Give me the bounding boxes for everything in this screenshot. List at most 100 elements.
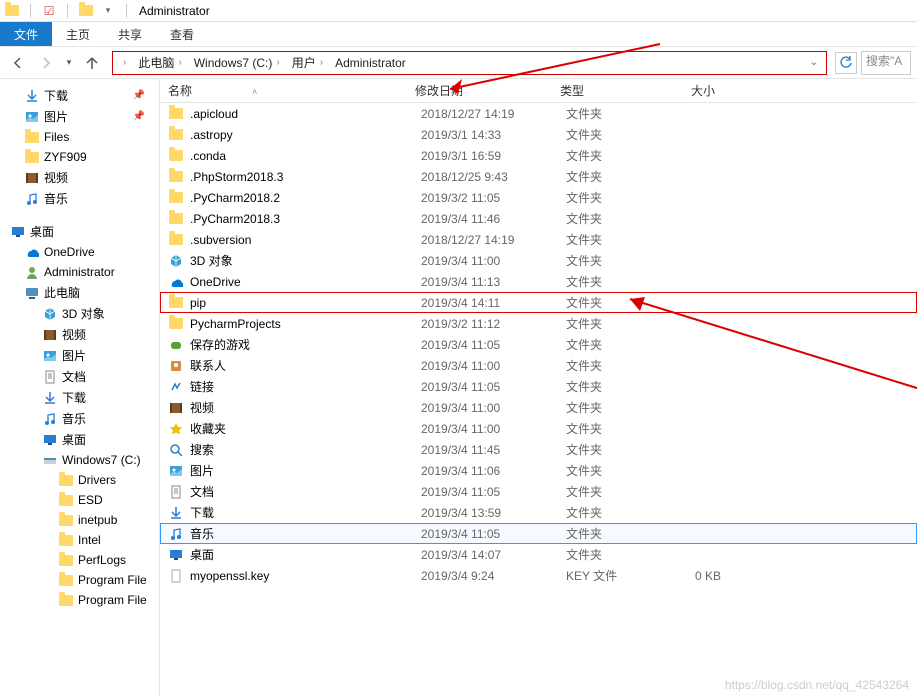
file-row[interactable]: .PyCharm2018.32019/3/4 11:46文件夹 [160,208,917,229]
file-row[interactable]: 联系人2019/3/4 11:00文件夹 [160,355,917,376]
tab-share[interactable]: 共享 [104,22,156,46]
back-button[interactable] [6,51,30,75]
file-list-pane: 名称˄ 修改日期 类型 大小 .apicloud2018/12/27 14:19… [160,79,917,696]
search-input[interactable]: 搜索"A [861,51,911,75]
recent-dropdown[interactable]: ▾ [62,51,76,75]
folder-qat-icon[interactable] [78,3,94,19]
tree-item[interactable]: ESD [0,490,159,510]
file-type: 文件夹 [566,210,661,227]
file-row[interactable]: OneDrive2019/3/4 11:13文件夹 [160,271,917,292]
tree-item[interactable]: 3D 对象 [0,303,159,324]
address-dropdown-icon[interactable]: ⌄ [806,57,822,68]
tree-item[interactable]: 图片 [0,345,159,366]
file-row[interactable]: .astropy2019/3/1 14:33文件夹 [160,124,917,145]
tree-item[interactable]: Windows7 (C:) [0,450,159,470]
file-row[interactable]: 下载2019/3/4 13:59文件夹 [160,502,917,523]
file-row[interactable]: 视频2019/3/4 11:00文件夹 [160,397,917,418]
file-row[interactable]: 收藏夹2019/3/4 11:00文件夹 [160,418,917,439]
file-row[interactable]: .PyCharm2018.22019/3/2 11:05文件夹 [160,187,917,208]
properties-icon[interactable]: ☑ [41,3,57,19]
file-row[interactable]: myopenssl.key2019/3/4 9:24KEY 文件0 KB [160,565,917,586]
pictures-icon [42,348,58,364]
navigation-bar: ▾ › 此电脑› Windows7 (C:)› 用户› Administrato… [0,47,917,79]
documents-icon [42,369,58,385]
folder-icon [168,316,184,332]
tree-item[interactable]: Administrator [0,262,159,282]
file-row[interactable]: .subversion2018/12/27 14:19文件夹 [160,229,917,250]
column-date[interactable]: 修改日期 [415,82,560,99]
download-icon [24,88,40,104]
tree-item[interactable]: PerfLogs [0,550,159,570]
file-type: 文件夹 [566,525,661,542]
column-size[interactable]: 大小 [655,82,735,99]
tree-item[interactable]: Program File [0,570,159,590]
file-row[interactable]: 保存的游戏2019/3/4 11:05文件夹 [160,334,917,355]
tree-item[interactable]: 视频 [0,324,159,345]
music-icon [24,191,40,207]
file-row[interactable]: 音乐2019/3/4 11:05文件夹 [160,523,917,544]
tree-item[interactable]: Program File [0,590,159,610]
tree-item[interactable]: OneDrive [0,242,159,262]
tree-item[interactable]: 音乐 [0,408,159,429]
tree-label: 视频 [44,169,68,186]
tree-item[interactable]: Files [0,127,159,147]
tab-view[interactable]: 查看 [156,22,208,46]
file-row[interactable]: .conda2019/3/1 16:59文件夹 [160,145,917,166]
tree-item[interactable]: inetpub [0,510,159,530]
video-icon [168,400,184,416]
file-date: 2019/3/4 11:05 [421,338,566,352]
navigation-pane[interactable]: 下载📌图片📌FilesZYF909视频音乐桌面OneDriveAdministr… [0,79,160,696]
file-row[interactable]: 搜索2019/3/4 11:45文件夹 [160,439,917,460]
tree-item[interactable]: 下载 [0,387,159,408]
folder-icon [58,572,74,588]
breadcrumb-item[interactable]: Windows7 (C:)› [188,56,286,70]
file-row[interactable]: .PhpStorm2018.32018/12/25 9:43文件夹 [160,166,917,187]
qat-dropdown-icon[interactable]: ▾ [100,3,116,19]
file-date: 2018/12/27 14:19 [421,107,566,121]
file-row[interactable]: 3D 对象2019/3/4 11:00文件夹 [160,250,917,271]
tree-item[interactable]: Drivers [0,470,159,490]
tree-item[interactable]: ZYF909 [0,147,159,167]
tree-item[interactable]: 图片📌 [0,106,159,127]
file-row[interactable]: .apicloud2018/12/27 14:19文件夹 [160,103,917,124]
tree-item[interactable]: 下载📌 [0,85,159,106]
tree-item[interactable]: 文档 [0,366,159,387]
folder-icon [58,492,74,508]
breadcrumb-item[interactable]: 此电脑› [132,54,187,71]
tree-item[interactable]: 桌面 [0,221,159,242]
file-date: 2019/3/4 11:13 [421,275,566,289]
tree-item[interactable]: 音乐 [0,188,159,209]
file-row[interactable]: 文档2019/3/4 11:05文件夹 [160,481,917,502]
tree-item[interactable]: 此电脑 [0,282,159,303]
tree-item[interactable]: Intel [0,530,159,550]
address-bar[interactable]: › 此电脑› Windows7 (C:)› 用户› Administrator … [112,51,827,75]
column-type[interactable]: 类型 [560,82,655,99]
file-row[interactable]: 链接2019/3/4 11:05文件夹 [160,376,917,397]
tree-label: 下载 [44,87,68,104]
file-row[interactable]: pip2019/3/4 14:11文件夹 [160,292,917,313]
watermark: https://blog.csdn.net/qq_42543264 [725,678,909,692]
breadcrumb-root-chevron[interactable]: › [117,57,132,68]
file-date: 2019/3/4 11:46 [421,212,566,226]
file-date: 2018/12/25 9:43 [421,170,566,184]
file-list[interactable]: .apicloud2018/12/27 14:19文件夹.astropy2019… [160,103,917,696]
folder-icon [168,211,184,227]
tree-item[interactable]: 桌面 [0,429,159,450]
tree-label: OneDrive [44,245,95,259]
file-name: .astropy [190,128,421,142]
tree-item[interactable]: 视频 [0,167,159,188]
file-row[interactable]: 桌面2019/3/4 14:07文件夹 [160,544,917,565]
refresh-button[interactable] [835,52,857,74]
file-row[interactable]: PycharmProjects2019/3/2 11:12文件夹 [160,313,917,334]
tab-file[interactable]: 文件 [0,22,52,46]
breadcrumb-item[interactable]: Administrator [329,56,412,70]
forward-button[interactable] [34,51,58,75]
file-row[interactable]: 图片2019/3/4 11:06文件夹 [160,460,917,481]
thispc-icon [24,285,40,301]
column-name[interactable]: 名称˄ [160,82,415,99]
up-button[interactable] [80,51,104,75]
breadcrumb-item[interactable]: 用户› [286,54,329,71]
file-type: 文件夹 [566,504,661,521]
tab-home[interactable]: 主页 [52,22,104,46]
file-name: myopenssl.key [190,569,421,583]
